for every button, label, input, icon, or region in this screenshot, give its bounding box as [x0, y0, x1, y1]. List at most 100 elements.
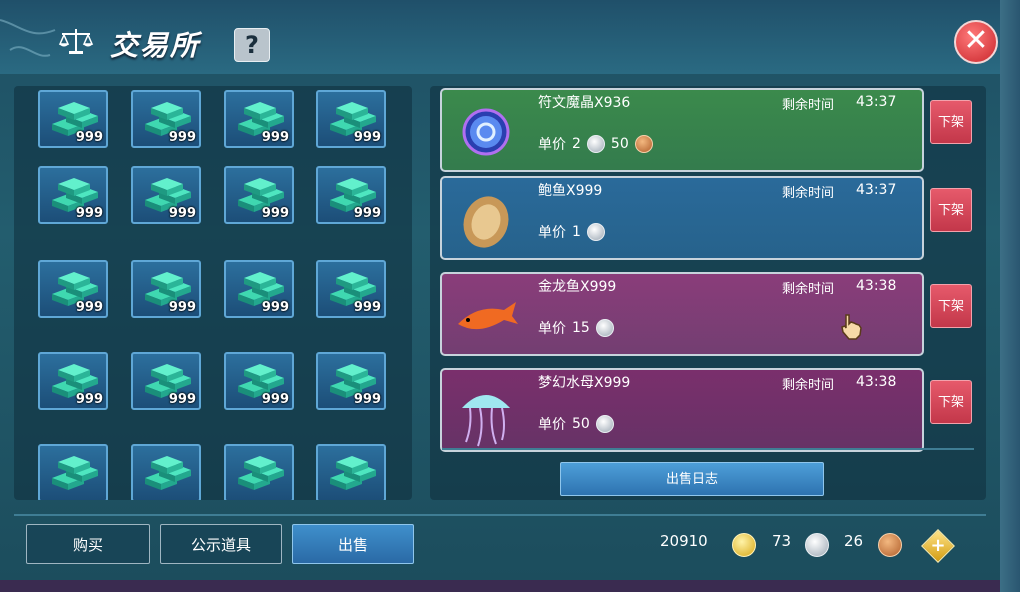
inventory-slot[interactable]: 999: [316, 352, 386, 410]
slot-count: 999: [261, 392, 289, 407]
unit-price-label: 单价: [538, 321, 566, 337]
slot-count: 999: [353, 130, 381, 145]
silver-coin-icon: [595, 415, 614, 433]
tab-buy[interactable]: 购买: [26, 524, 150, 564]
help-button[interactable]: ?: [234, 28, 270, 62]
price-silver: 1: [572, 224, 581, 240]
time-remaining: 43:37: [856, 94, 897, 110]
slot-count: 999: [168, 206, 196, 221]
plus-icon: +: [930, 535, 946, 556]
tab-sell[interactable]: 出售: [292, 524, 414, 564]
inventory-slot[interactable]: 999: [131, 90, 201, 148]
time-remaining: 43:38: [856, 374, 897, 390]
inventory-slot[interactable]: [316, 444, 386, 500]
hand-cursor-icon: [841, 314, 862, 340]
listing-card[interactable]: 鲍鱼X999 剩余时间 43:37 单价 1: [440, 176, 924, 260]
delist-button[interactable]: 下架: [930, 284, 972, 328]
arowana-fish-icon: [458, 302, 518, 330]
slot-count: 999: [75, 206, 103, 221]
inventory-slot[interactable]: 999: [224, 166, 294, 224]
unit-price: 单价 15: [538, 318, 614, 338]
window-edge-bottom: [0, 580, 1000, 592]
silver-coin-icon: [586, 223, 605, 241]
header-bar: 交易所 ? ✕: [0, 0, 1000, 74]
slot-count: 999: [168, 300, 196, 315]
rune-orb-icon: [462, 108, 510, 156]
inventory-slot[interactable]: 999: [38, 260, 108, 318]
delist-button[interactable]: 下架: [930, 380, 972, 424]
copper-coin-icon: [878, 533, 902, 557]
unit-price: 单价 2 50: [538, 134, 653, 154]
inventory-slot[interactable]: 999: [131, 260, 201, 318]
price-silver: 15: [572, 320, 590, 336]
abalone-icon: [463, 196, 509, 248]
inventory-slot[interactable]: 999: [38, 166, 108, 224]
window-edge: [1000, 0, 1020, 592]
jellyfish-icon: [462, 395, 510, 447]
ingot-stack-icon: [145, 456, 191, 490]
listing-card[interactable]: 符文魔晶X936 剩余时间 43:37 单价 2 50: [440, 88, 924, 172]
inventory-slot[interactable]: 999: [131, 166, 201, 224]
delist-button[interactable]: 下架: [930, 100, 972, 144]
slot-count: 999: [168, 130, 196, 145]
inventory-slot[interactable]: [38, 444, 108, 500]
inventory-panel: 999 999 999 999 999 999 999 999 999 999 999 999 999 9…: [14, 86, 412, 500]
close-button[interactable]: ✕: [954, 20, 998, 64]
price-silver: 50: [572, 416, 590, 432]
copper-coin-icon: [634, 135, 653, 153]
unit-price-label: 单价: [538, 137, 566, 153]
time-remaining-label: 剩余时间: [782, 98, 835, 113]
inventory-slot[interactable]: 999: [316, 166, 386, 224]
delist-button[interactable]: 下架: [930, 188, 972, 232]
bottom-divider: [14, 514, 986, 516]
inventory-slot[interactable]: [131, 444, 201, 500]
slot-count: 999: [353, 206, 381, 221]
time-remaining-label: 剩余时间: [782, 282, 835, 297]
slot-count: 999: [353, 392, 381, 407]
slot-count: 999: [75, 300, 103, 315]
page-title: 交易所: [110, 29, 201, 62]
vine-decoration-icon: [0, 19, 56, 57]
slot-count: 999: [261, 300, 289, 315]
inventory-slot[interactable]: 999: [131, 352, 201, 410]
inventory-slot[interactable]: 999: [316, 260, 386, 318]
inventory-slot[interactable]: 999: [316, 90, 386, 148]
time-remaining: 43:37: [856, 182, 897, 198]
slot-count: 999: [261, 206, 289, 221]
silver-amount: 73: [772, 532, 792, 550]
unit-price-label: 单价: [538, 417, 566, 433]
gold-amount: 20910: [660, 532, 708, 550]
listing-card[interactable]: 梦幻水母X999 剩余时间 43:38 单价 50: [440, 368, 924, 452]
ingot-stack-icon: [238, 456, 284, 490]
balance-scale-icon: [58, 29, 94, 54]
item-name: 符文魔晶X936: [538, 95, 631, 111]
inventory-slot[interactable]: 999: [38, 90, 108, 148]
item-name: 鲍鱼X999: [538, 183, 603, 199]
copper-amount: 26: [844, 532, 864, 550]
gold-coin-icon: [732, 533, 756, 557]
slot-count: 999: [261, 130, 289, 145]
inventory-slot[interactable]: [224, 444, 294, 500]
unit-price-label: 单价: [538, 225, 566, 241]
ingot-stack-icon: [330, 456, 376, 490]
item-name: 梦幻水母X999: [538, 375, 631, 391]
silver-coin-icon: [595, 319, 614, 337]
slot-count: 999: [168, 392, 196, 407]
inventory-slot[interactable]: 999: [224, 260, 294, 318]
price-silver: 2: [572, 136, 581, 152]
time-remaining: 43:38: [856, 278, 897, 294]
silver-coin-icon: [805, 533, 829, 557]
inventory-slot[interactable]: 999: [224, 352, 294, 410]
listings-panel: 符文魔晶X936 剩余时间 43:37 单价 2 50 下架 鲍鱼X999 剩余时间 43:37 单…: [430, 86, 986, 500]
slot-count: 999: [75, 392, 103, 407]
sale-log-button[interactable]: 出售日志: [560, 462, 824, 496]
time-remaining-label: 剩余时间: [782, 186, 835, 201]
silver-coin-icon: [586, 135, 605, 153]
inventory-slot[interactable]: 999: [38, 352, 108, 410]
slot-count: 999: [353, 300, 381, 315]
slot-count: 999: [75, 130, 103, 145]
add-currency-button[interactable]: +: [921, 529, 955, 563]
tab-showcase[interactable]: 公示道具: [160, 524, 282, 564]
inventory-slot[interactable]: 999: [224, 90, 294, 148]
price-copper: 50: [610, 136, 629, 152]
